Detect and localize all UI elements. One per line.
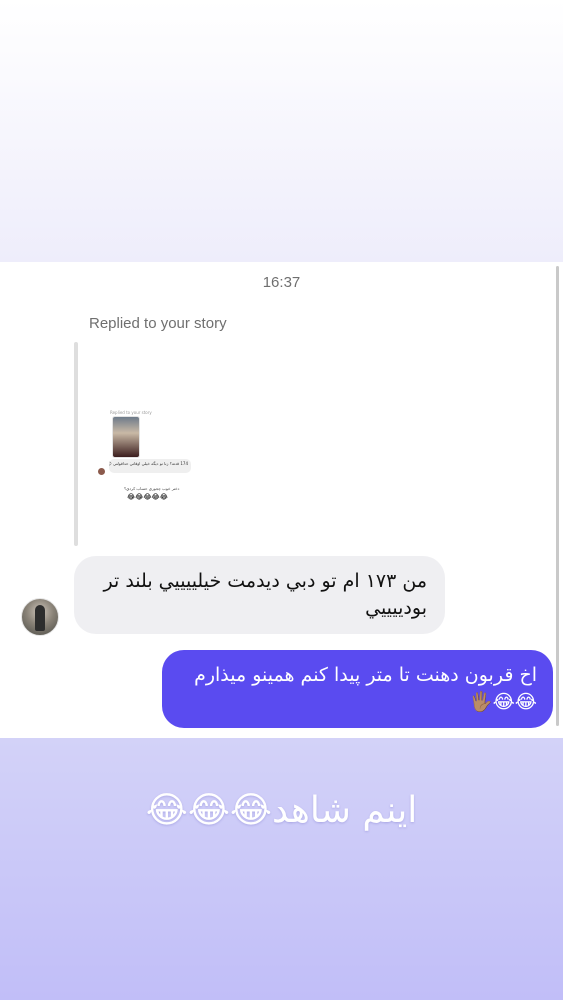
story-preview-message: 174 قدته؟ زنا تو ديگه خيلي اوقاتي حداقول… — [109, 459, 191, 473]
story-background-top — [0, 0, 563, 262]
reply-quote-bar — [74, 342, 78, 546]
story-reply-thumbnail[interactable]: Replied to your story 174 قدته؟ زنا تو د… — [90, 400, 200, 512]
scrollbar[interactable] — [556, 266, 559, 726]
message-timestamp: 16:37 — [262, 274, 301, 291]
sender-avatar[interactable] — [21, 598, 59, 636]
replied-to-story-label: Replied to your story — [89, 315, 227, 332]
story-preview-caption: Replied to your story — [110, 410, 152, 415]
avatar-figure — [35, 605, 45, 631]
story-background-bottom — [0, 738, 563, 1000]
story-preview-emoji: 😂😂😂😂😂 — [127, 493, 168, 501]
story-overlay-text: اينم شاهد😂😂😂 — [145, 790, 418, 831]
outgoing-message-bubble[interactable]: اخ قربون دهنت تا متر پيدا کنم همينو ميذا… — [162, 650, 553, 728]
incoming-message-bubble[interactable]: من ۱۷۳ ام تو دبي ديدمت خيلييييي بلند تر … — [74, 556, 445, 634]
story-preview-photo — [112, 416, 140, 458]
story-preview-reply: دختر خوب چجوري حساب کردي؟ — [124, 486, 180, 491]
story-preview-avatar — [98, 468, 105, 475]
